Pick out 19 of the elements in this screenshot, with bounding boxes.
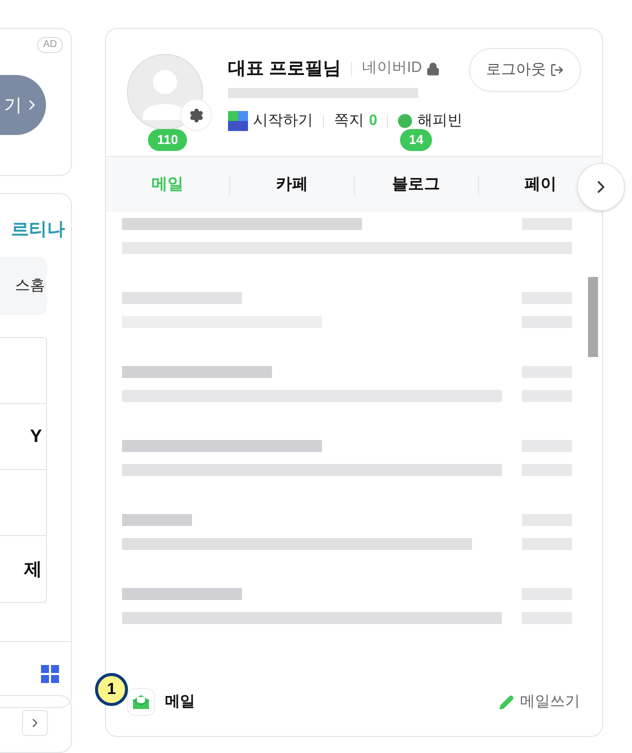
id-label: 네이버ID [362,58,422,78]
list-item-text: 제 [24,558,42,581]
profile-name: 대표 프로필님 [228,57,342,80]
count-badge: 110 [148,128,188,150]
count-badge: 14 [400,128,432,150]
list-item-text: Y [30,425,42,448]
category-chip: 스홈 [0,257,47,316]
service-tab[interactable]: 블로그 [392,172,440,196]
logout-button[interactable]: 로그아웃 [469,48,581,92]
annotation-marker: 1 [95,673,128,706]
service-tab[interactable]: 페이 [524,172,556,196]
service-tab[interactable]: 카페 [276,172,308,196]
note-count: 0 [369,111,378,131]
ad-badge: AD [37,37,63,53]
panel-title: 르티나 [10,218,66,242]
compose-mail-link[interactable]: 메일쓰기 [499,690,580,714]
profile-link[interactable]: 쪽지 [334,110,364,132]
profile-link[interactable]: 시작하기 [253,110,313,132]
mail-label: 메일 [165,692,195,712]
